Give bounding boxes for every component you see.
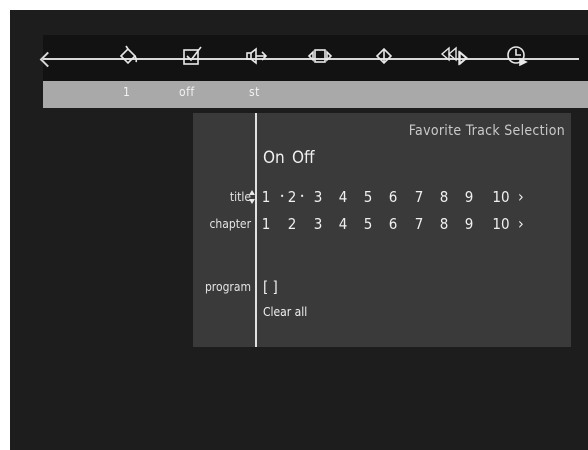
off-option[interactable]: Off: [292, 148, 315, 168]
bucket-value: 1: [123, 85, 131, 99]
chapter-number-2[interactable]: 2: [283, 215, 301, 233]
chapter-number-1[interactable]: 1: [257, 215, 275, 233]
title-next-chevron-icon[interactable]: ›: [518, 188, 524, 206]
title-number-4[interactable]: 4: [334, 188, 352, 206]
tv-screen: 1 off st Favorite Track Selection On Off…: [10, 10, 588, 450]
selection-right-mark: •: [300, 192, 305, 201]
diamond-cursor-icon[interactable]: [367, 39, 401, 73]
clear-all-button[interactable]: Clear all: [263, 305, 307, 319]
chapter-number-5[interactable]: 5: [359, 215, 377, 233]
favorite-track-dialog: Favorite Track Selection On Off title 1 …: [193, 113, 571, 347]
checkbox-value: off: [179, 85, 195, 99]
speaker-value: st: [249, 85, 260, 99]
chapter-number-8[interactable]: 8: [435, 215, 453, 233]
toolbar: 1 off st: [43, 35, 588, 108]
rewind-icon[interactable]: [437, 39, 471, 73]
segment-icon[interactable]: [303, 39, 337, 73]
chapter-number-6[interactable]: 6: [384, 215, 402, 233]
chapter-number-10[interactable]: 10: [489, 215, 513, 233]
dialog-title: Favorite Track Selection: [408, 123, 565, 139]
title-number-9[interactable]: 9: [460, 188, 478, 206]
chapter-number-4[interactable]: 4: [334, 215, 352, 233]
title-number-6[interactable]: 6: [384, 188, 402, 206]
title-number-1[interactable]: 1: [257, 188, 275, 206]
title-number-10[interactable]: 10: [489, 188, 513, 206]
up-down-spinner-icon[interactable]: [248, 188, 256, 206]
title-number-2-selected[interactable]: 2: [283, 188, 301, 206]
program-row-label: program: [204, 280, 251, 294]
fill-bucket-icon[interactable]: [111, 39, 145, 73]
title-number-8[interactable]: 8: [435, 188, 453, 206]
chapter-number-9[interactable]: 9: [460, 215, 478, 233]
speaker-arrow-icon[interactable]: [239, 39, 273, 73]
checkbox-icon[interactable]: [175, 39, 209, 73]
chapter-next-chevron-icon[interactable]: ›: [518, 215, 524, 233]
chapter-row-label: chapter: [209, 217, 251, 231]
chapter-number-3[interactable]: 3: [309, 215, 327, 233]
chapter-number-7[interactable]: 7: [410, 215, 428, 233]
on-option[interactable]: On: [263, 148, 285, 168]
title-number-7[interactable]: 7: [410, 188, 428, 206]
title-number-5[interactable]: 5: [359, 188, 377, 206]
clock-play-icon[interactable]: [501, 39, 535, 73]
program-list-field[interactable]: [ ]: [263, 278, 278, 296]
toolbar-icon-strip: [43, 35, 588, 81]
title-number-3[interactable]: 3: [309, 188, 327, 206]
